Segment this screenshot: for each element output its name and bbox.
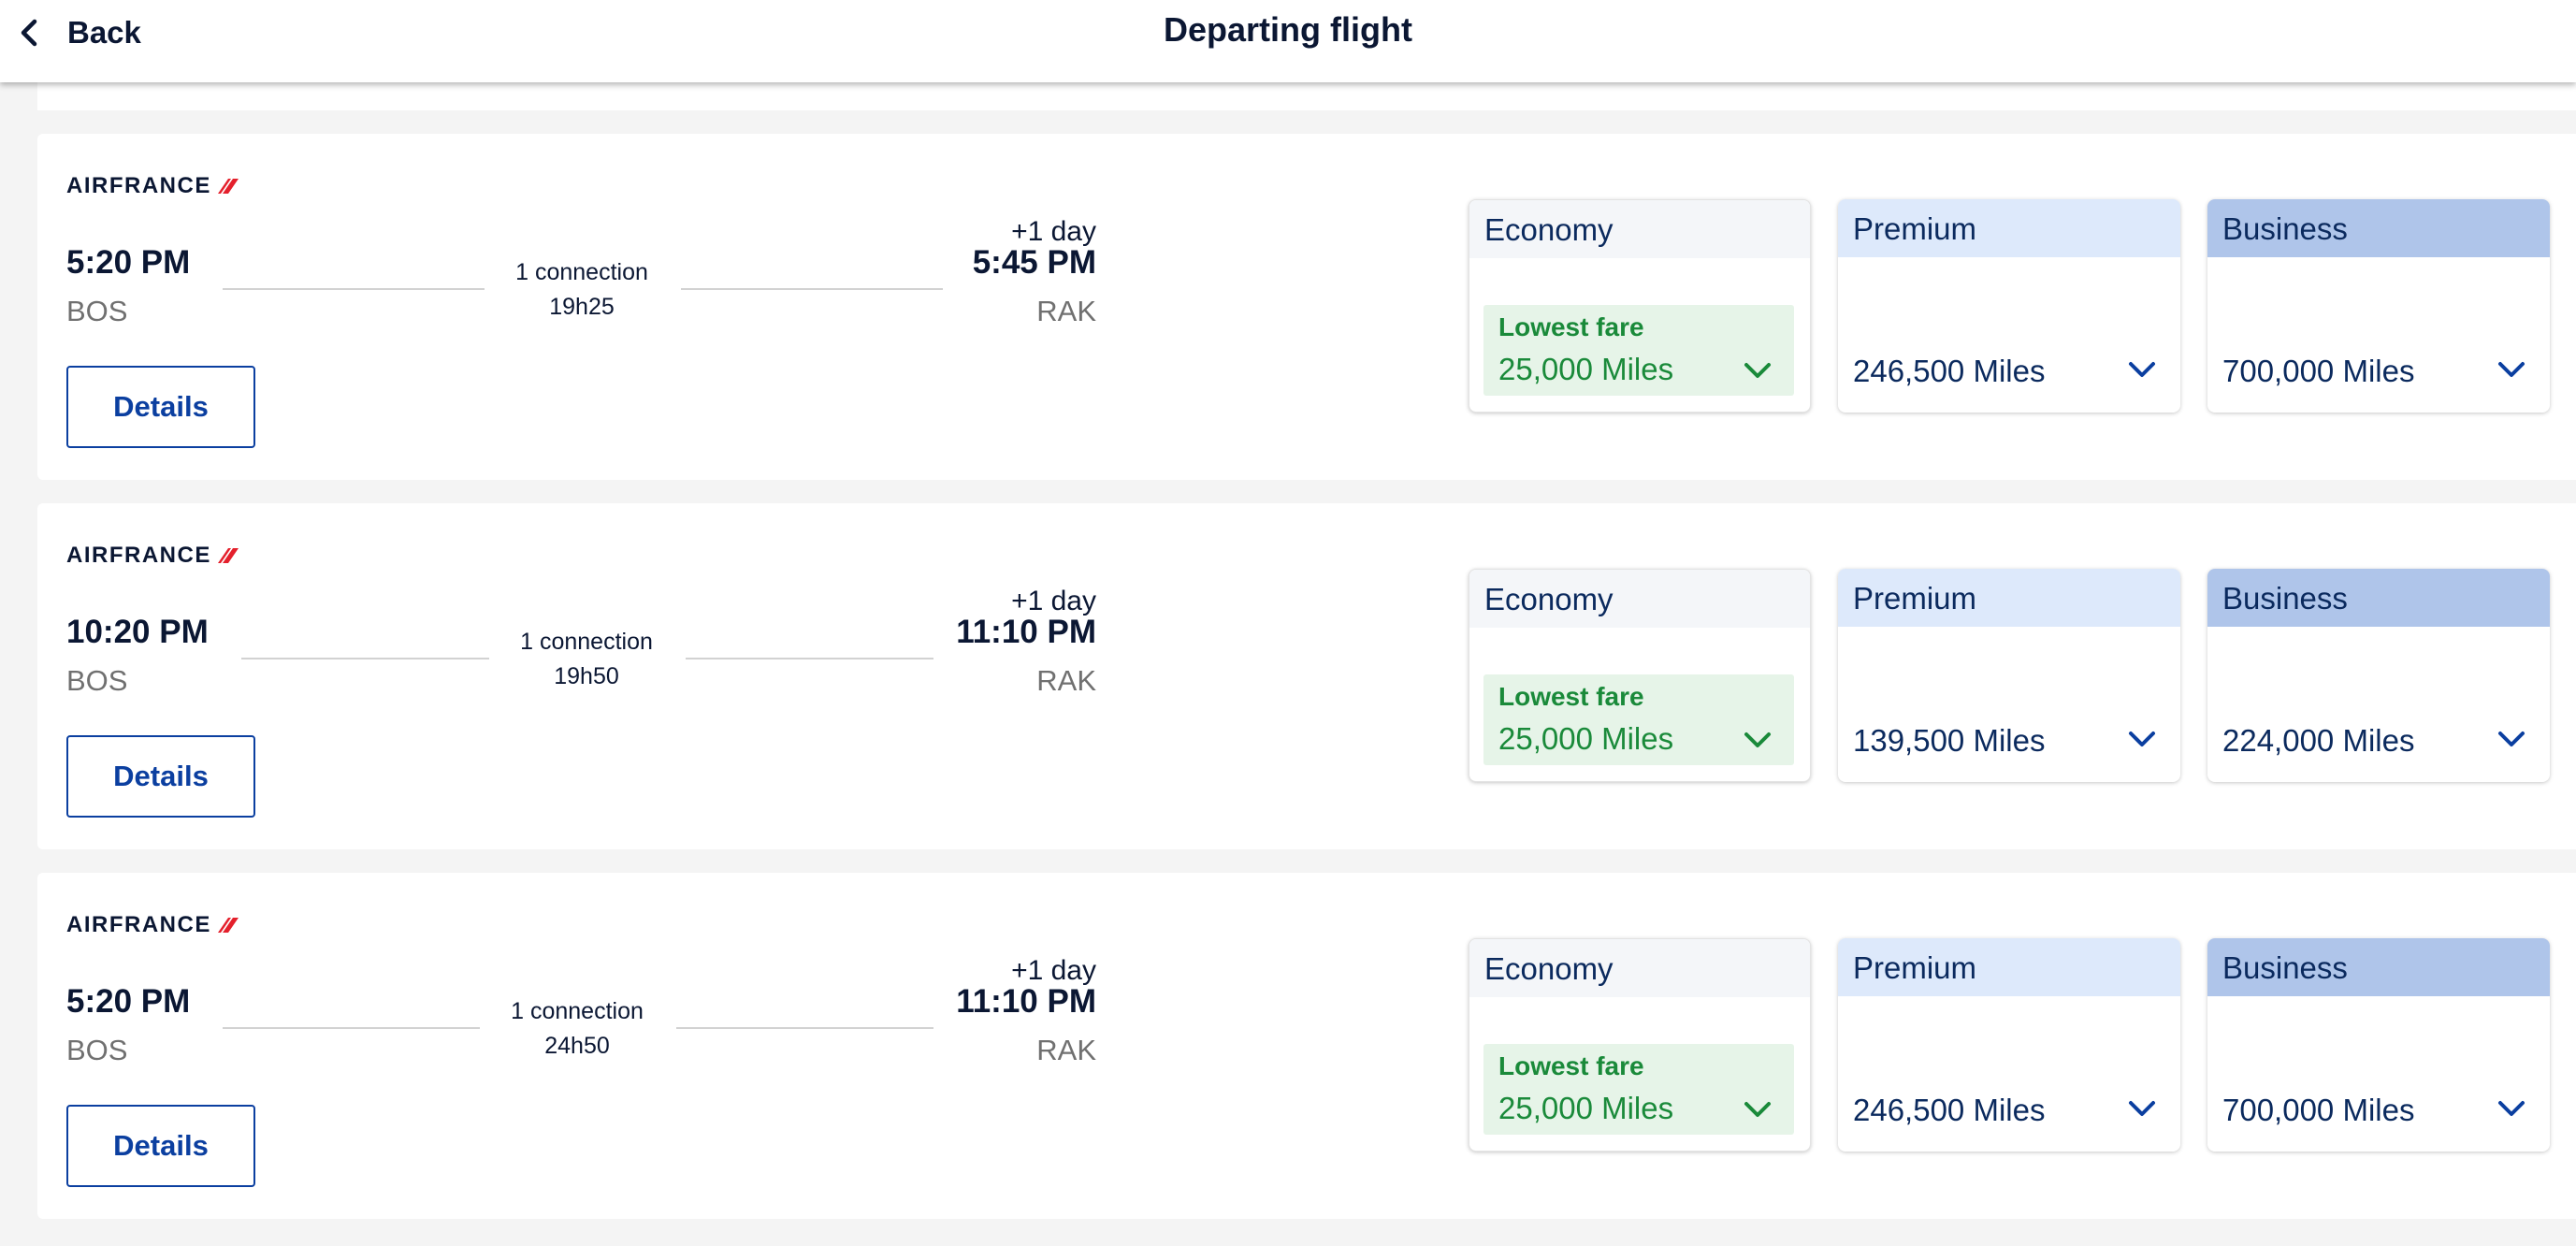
details-button[interactable]: Details: [66, 1105, 255, 1187]
airfrance-stripe-icon: [217, 179, 239, 194]
fare-class-label: Premium: [1838, 199, 2180, 257]
airline-name: AIRFRANCE: [66, 173, 211, 198]
lowest-fare-box[interactable]: Lowest fare 25,000 Miles: [1483, 305, 1794, 396]
chevron-down-icon: [2129, 732, 2155, 746]
departure-airport: BOS: [66, 295, 128, 327]
chevron-down-icon: [2129, 1101, 2155, 1116]
flight-duration: 19h25: [549, 294, 615, 320]
arrival-airport: RAK: [1036, 295, 1096, 327]
fare-price: 246,500 Miles: [1853, 1093, 2046, 1127]
flight-card: AIRFRANCE 5:20 PM BOS 1 connection 19h25…: [37, 134, 2576, 480]
chevron-down-icon: [1744, 363, 1771, 378]
route-line: [223, 288, 485, 290]
lowest-fare-tag: Lowest fare: [1498, 682, 1644, 711]
fare-class-label: Economy: [1469, 200, 1810, 258]
airline-logo: AIRFRANCE: [66, 543, 239, 569]
airline-logo: AIRFRANCE: [66, 173, 239, 199]
lowest-fare-box[interactable]: Lowest fare 25,000 Miles: [1483, 674, 1794, 765]
fare-price: 25,000 Miles: [1498, 1091, 1674, 1125]
fare-business[interactable]: Business 700,000 Miles: [2207, 199, 2550, 413]
route-line: [223, 1027, 480, 1029]
fare-class-label: Premium: [1838, 569, 2180, 627]
chevron-down-icon: [1744, 732, 1771, 747]
fare-class-label: Business: [2207, 569, 2550, 627]
day-offset: +1 day: [1011, 955, 1096, 986]
arrival-time: 11:10 PM: [956, 614, 1096, 650]
flight-duration: 24h50: [544, 1033, 610, 1059]
fare-class-label: Economy: [1469, 939, 1810, 997]
previous-flight-card-edge: [37, 82, 2576, 110]
route-line: [686, 658, 933, 659]
fare-price: 224,000 Miles: [2222, 723, 2415, 758]
fare-premium[interactable]: Premium 139,500 Miles: [1838, 569, 2180, 782]
day-offset: +1 day: [1011, 586, 1096, 616]
flight-card: AIRFRANCE 5:20 PM BOS 1 connection 24h50…: [37, 873, 2576, 1219]
connection-info: 1 connection 19h25: [479, 255, 685, 325]
fare-economy[interactable]: Economy Lowest fare 25,000 Miles: [1469, 199, 1811, 413]
chevron-down-icon: [2498, 362, 2525, 377]
chevron-down-icon: [2129, 362, 2155, 377]
page-title: Departing flight: [1164, 10, 1412, 49]
flight-card: AIRFRANCE 10:20 PM BOS 1 connection 19h5…: [37, 503, 2576, 849]
route-line: [241, 658, 489, 659]
route-line: [676, 1027, 933, 1029]
departure-airport: BOS: [66, 1034, 128, 1066]
fare-price: 700,000 Miles: [2222, 354, 2415, 388]
fare-business[interactable]: Business 224,000 Miles: [2207, 569, 2550, 782]
arrival-airport: RAK: [1036, 1034, 1096, 1066]
day-offset: +1 day: [1011, 216, 1096, 247]
fare-class-label: Economy: [1469, 570, 1810, 628]
fare-price: 25,000 Miles: [1498, 352, 1674, 386]
airfrance-stripe-icon: [217, 548, 239, 563]
chevron-down-icon: [1744, 1102, 1771, 1117]
lowest-fare-tag: Lowest fare: [1498, 1051, 1644, 1080]
connection-info: 1 connection 24h50: [474, 994, 680, 1064]
airline-name: AIRFRANCE: [66, 912, 211, 937]
fare-class-label: Business: [2207, 938, 2550, 996]
flight-duration: 19h50: [554, 663, 619, 689]
departure-time: 10:20 PM: [66, 614, 209, 650]
airfrance-stripe-icon: [217, 918, 239, 933]
arrival-airport: RAK: [1036, 664, 1096, 697]
fare-business[interactable]: Business 700,000 Miles: [2207, 938, 2550, 1152]
airline-logo: AIRFRANCE: [66, 912, 239, 938]
fare-price: 139,500 Miles: [1853, 723, 2046, 758]
chevron-down-icon: [2498, 1101, 2525, 1116]
fare-price: 25,000 Miles: [1498, 721, 1674, 756]
departure-airport: BOS: [66, 664, 128, 697]
arrival-time: 11:10 PM: [956, 983, 1096, 1020]
arrival-time: 5:45 PM: [972, 244, 1096, 281]
details-button[interactable]: Details: [66, 735, 255, 818]
connection-info: 1 connection 19h50: [484, 625, 689, 694]
fare-class-label: Business: [2207, 199, 2550, 257]
fare-premium[interactable]: Premium 246,500 Miles: [1838, 199, 2180, 413]
chevron-down-icon: [2498, 732, 2525, 746]
airline-name: AIRFRANCE: [66, 543, 211, 568]
fare-price: 700,000 Miles: [2222, 1093, 2415, 1127]
departure-time: 5:20 PM: [66, 244, 191, 281]
route-line: [681, 288, 943, 290]
lowest-fare-tag: Lowest fare: [1498, 312, 1644, 341]
details-button[interactable]: Details: [66, 366, 255, 448]
connection-count: 1 connection: [515, 259, 648, 285]
top-bar: Back Departing flight: [0, 0, 2576, 82]
connection-count: 1 connection: [511, 998, 644, 1024]
departure-time: 5:20 PM: [66, 983, 191, 1020]
fare-economy[interactable]: Economy Lowest fare 25,000 Miles: [1469, 569, 1811, 782]
fare-economy[interactable]: Economy Lowest fare 25,000 Miles: [1469, 938, 1811, 1152]
fare-premium[interactable]: Premium 246,500 Miles: [1838, 938, 2180, 1152]
lowest-fare-box[interactable]: Lowest fare 25,000 Miles: [1483, 1044, 1794, 1135]
fare-class-label: Premium: [1838, 938, 2180, 996]
fare-price: 246,500 Miles: [1853, 354, 2046, 388]
connection-count: 1 connection: [520, 629, 653, 655]
